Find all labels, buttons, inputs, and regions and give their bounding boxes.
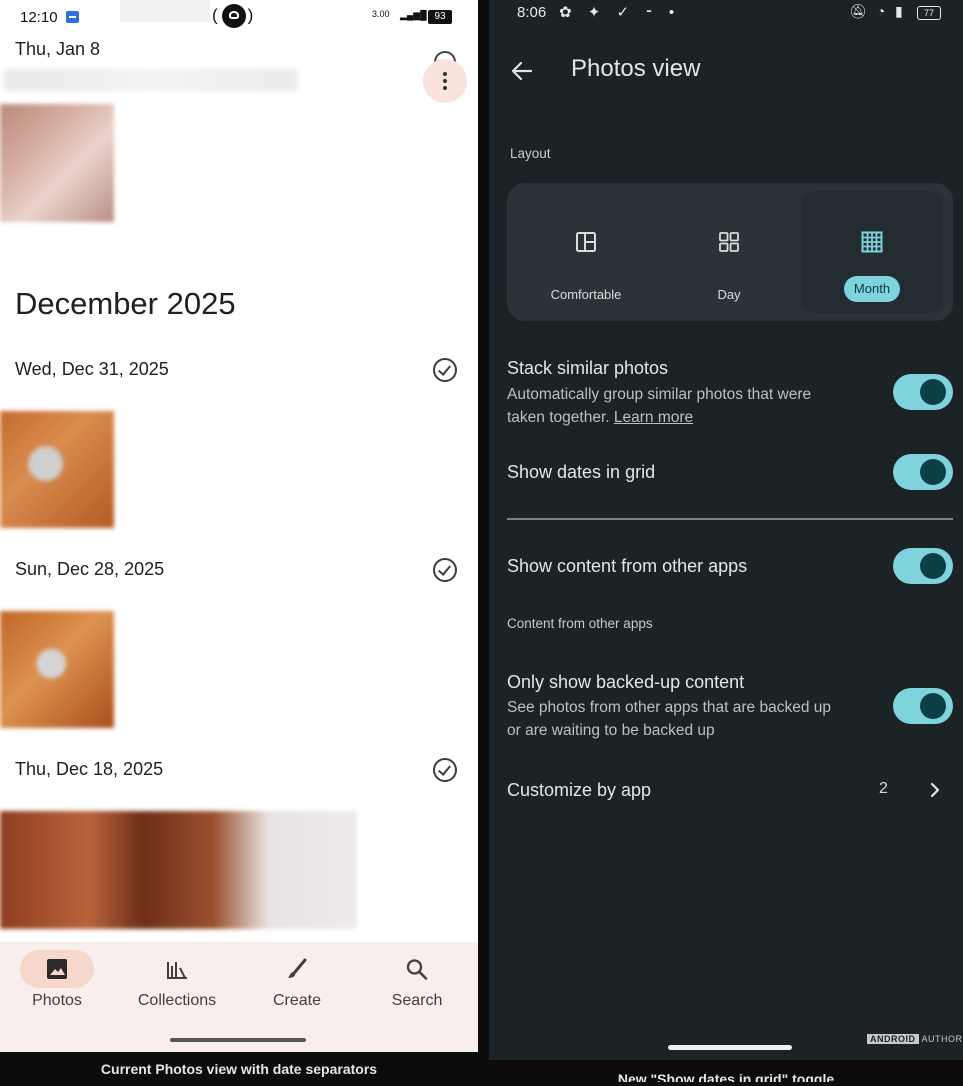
month-header: December 2025 bbox=[15, 286, 236, 322]
stack-similar-description: Automatically group similar photos that … bbox=[507, 383, 867, 429]
select-day-check-icon[interactable] bbox=[433, 358, 457, 382]
status-time: 8:06 bbox=[517, 4, 546, 21]
toggle-knob bbox=[920, 693, 946, 719]
customize-count: 2 bbox=[879, 780, 888, 798]
other-apps-section-label: Content from other apps bbox=[507, 616, 653, 631]
nav-label: Collections bbox=[117, 992, 237, 1010]
select-day-check-icon[interactable] bbox=[433, 558, 457, 582]
caption-right: New "Show dates in grid" toggle bbox=[489, 1062, 963, 1082]
day-header: Sun, Dec 28, 2025 bbox=[15, 559, 164, 580]
day-header: Thu, Dec 18, 2025 bbox=[15, 759, 163, 780]
day-header: Wed, Dec 31, 2025 bbox=[15, 359, 169, 380]
description-line: taken together. Learn more bbox=[507, 406, 867, 429]
caption-left: Current Photos view with date separators bbox=[0, 1052, 478, 1082]
search-icon bbox=[405, 958, 429, 980]
battery-icon: 77 bbox=[917, 6, 941, 20]
toggle-knob bbox=[920, 379, 946, 405]
mute-wifi-signal-icons: 🔕︎ ◔ ▮ bbox=[849, 3, 906, 20]
photo-thumbnail[interactable] bbox=[0, 611, 114, 728]
watermark-text: AUTHORITY bbox=[922, 1034, 963, 1044]
photo-thumbnail[interactable] bbox=[0, 411, 114, 528]
layout-option-comfortable[interactable]: Comfortable bbox=[515, 191, 657, 313]
select-day-check-icon[interactable] bbox=[433, 758, 457, 782]
create-icon bbox=[285, 958, 309, 980]
status-bar: 8:06 ✿ ✦ ✓ ⁃ • 🔕︎ ◔ ▮ 77 bbox=[489, 0, 963, 30]
photo-strip[interactable] bbox=[0, 811, 357, 929]
chevron-right-icon[interactable] bbox=[925, 780, 945, 800]
show-dates-title: Show dates in grid bbox=[507, 462, 655, 483]
description-text: taken together. bbox=[507, 409, 610, 426]
battery-icon: 93 bbox=[428, 10, 452, 24]
description-line: Automatically group similar photos that … bbox=[507, 383, 867, 406]
nav-label: Search bbox=[357, 992, 477, 1010]
status-time: 12:10 bbox=[20, 9, 58, 26]
page-title: Photos view bbox=[571, 55, 700, 83]
photo-thumbnail[interactable] bbox=[0, 104, 114, 222]
layout-option-day[interactable]: Day bbox=[658, 191, 800, 313]
bottom-navigation: Photos Collections Create Search bbox=[0, 942, 478, 1052]
collections-icon bbox=[165, 958, 189, 980]
day-layout-icon bbox=[718, 231, 740, 253]
comfortable-layout-icon bbox=[575, 231, 597, 253]
watermark-text: ANDROID bbox=[867, 1034, 919, 1044]
description-line: See photos from other apps that are back… bbox=[507, 696, 867, 719]
stack-similar-title: Stack similar photos bbox=[507, 358, 668, 379]
other-apps-toggle[interactable] bbox=[893, 548, 953, 584]
divider bbox=[507, 518, 953, 520]
watermark: ANDROIDAUTHORITY bbox=[867, 1034, 963, 1044]
network-speed: 3.00 bbox=[372, 10, 390, 18]
calendar-notification-icon bbox=[66, 11, 79, 23]
back-arrow-icon[interactable] bbox=[509, 58, 535, 84]
status-bar: 12:10 () 3.00 ▂▄▆█ 93 bbox=[0, 0, 478, 34]
layout-option-label: Day bbox=[658, 287, 800, 302]
backed-up-description: See photos from other apps that are back… bbox=[507, 696, 867, 742]
photos-icon bbox=[45, 958, 69, 980]
other-apps-title: Show content from other apps bbox=[507, 556, 747, 577]
show-dates-toggle[interactable] bbox=[893, 454, 953, 490]
learn-more-link[interactable]: Learn more bbox=[614, 409, 693, 426]
more-options-button[interactable] bbox=[423, 59, 467, 103]
backed-up-title: Only show backed-up content bbox=[507, 672, 744, 693]
blurred-location-text bbox=[4, 69, 298, 91]
nav-label: Photos bbox=[0, 992, 117, 1010]
current-photos-screen: 12:10 () 3.00 ▂▄▆█ 93 Thu, Jan 8 Decembe… bbox=[0, 0, 478, 1052]
layout-option-month[interactable]: Month bbox=[801, 191, 943, 313]
blurred-notification bbox=[120, 0, 210, 22]
toggle-knob bbox=[920, 459, 946, 485]
stack-similar-toggle[interactable] bbox=[893, 374, 953, 410]
customize-by-app-row[interactable]: Customize by app bbox=[507, 780, 651, 801]
layout-option-label: Comfortable bbox=[515, 287, 657, 302]
camera-cutout-icon: () bbox=[212, 4, 255, 28]
photos-view-settings-screen: 8:06 ✿ ✦ ✓ ⁃ • 🔕︎ ◔ ▮ 77 Photos view Lay… bbox=[489, 0, 963, 1060]
description-line: or are waiting to be backed up bbox=[507, 719, 867, 742]
signal-icon: ▂▄▆█ bbox=[400, 10, 427, 21]
month-layout-icon bbox=[861, 231, 883, 253]
layout-selector: Comfortable Day Month bbox=[507, 183, 953, 321]
toggle-knob bbox=[920, 553, 946, 579]
date-header: Thu, Jan 8 bbox=[15, 39, 100, 60]
nav-label: Create bbox=[237, 992, 357, 1010]
gesture-handle bbox=[170, 1038, 306, 1042]
layout-section-label: Layout bbox=[510, 146, 551, 161]
gesture-handle bbox=[668, 1045, 792, 1050]
backed-up-toggle[interactable] bbox=[893, 688, 953, 724]
notification-icons: ✿ ✦ ✓ ⁃ • bbox=[559, 3, 680, 21]
selected-layout-label: Month bbox=[844, 276, 900, 302]
